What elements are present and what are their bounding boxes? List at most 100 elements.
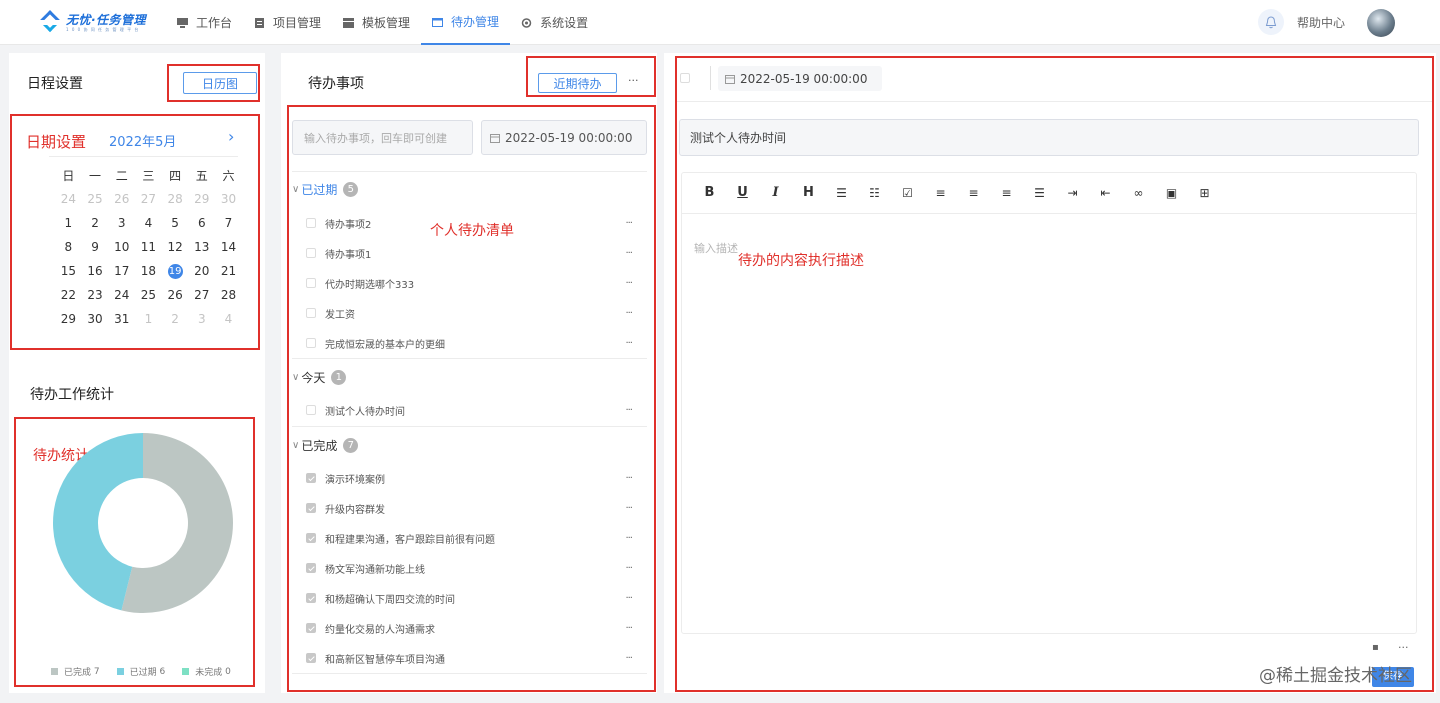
help-center[interactable]: 帮助中心 — [1258, 9, 1345, 35]
calendar-day[interactable]: 23 — [82, 288, 109, 302]
more-icon[interactable]: ··· — [625, 653, 632, 664]
description-placeholder[interactable]: 输入描述 — [694, 240, 738, 256]
todo-item[interactable]: 待办事项1 ··· — [306, 238, 634, 268]
calendar-day[interactable]: 4 — [215, 312, 242, 326]
indent-icon[interactable]: ⇥ — [1056, 186, 1089, 200]
calendar-day[interactable]: 9 — [82, 240, 109, 254]
recent-todo-button[interactable]: 近期待办 — [538, 73, 617, 93]
calendar-day[interactable]: 10 — [108, 240, 135, 254]
todo-item[interactable]: 杨文军沟通新功能上线 ··· — [306, 553, 634, 583]
legend-item[interactable]: 已过期 6 — [116, 665, 165, 678]
todo-checkbox[interactable] — [306, 623, 316, 633]
calendar-day[interactable]: 26 — [108, 192, 135, 206]
nav-item-projects[interactable]: 项目管理 — [243, 0, 332, 45]
more-icon[interactable]: ··· — [625, 308, 632, 319]
calendar-day[interactable]: 25 — [82, 192, 109, 206]
calendar-day[interactable]: 7 — [215, 216, 242, 230]
calendar-day[interactable]: 24 — [108, 288, 135, 302]
todo-checkbox[interactable] — [306, 653, 316, 663]
calendar-day[interactable]: 6 — [188, 216, 215, 230]
more-icon[interactable]: ··· — [625, 623, 632, 634]
todo-date-picker[interactable]: 2022-05-19 00:00:00 — [481, 120, 647, 155]
group-header-today[interactable]: ∨ 今天 1 — [292, 369, 347, 386]
italic-icon[interactable]: I — [759, 185, 792, 200]
todo-checkbox[interactable] — [306, 218, 316, 228]
todo-checkbox[interactable] — [306, 405, 316, 415]
outdent-icon[interactable]: ⇤ — [1089, 186, 1122, 200]
calendar-day[interactable]: 11 — [135, 240, 162, 254]
more-icon[interactable]: ··· — [625, 533, 632, 544]
nav-item-templates[interactable]: 模板管理 — [332, 0, 421, 45]
more-icon[interactable]: ··· — [625, 278, 632, 289]
align-right-icon[interactable]: ≡ — [990, 186, 1023, 200]
group-header-completed[interactable]: ∨ 已完成 7 — [292, 437, 359, 454]
todo-item[interactable]: 演示环境案例 ··· — [306, 463, 634, 493]
todo-item[interactable]: 和杨超确认下周四交流的时间 ··· — [306, 583, 634, 613]
image-icon[interactable]: ▣ — [1155, 186, 1188, 200]
more-icon[interactable]: ··· — [625, 593, 632, 604]
legend-item[interactable]: 已完成 7 — [51, 665, 100, 678]
todo-checkbox[interactable] — [306, 278, 316, 288]
calendar-day[interactable]: 5 — [162, 216, 189, 230]
more-icon[interactable]: ··· — [625, 503, 632, 514]
calendar-day[interactable]: 2 — [162, 312, 189, 326]
calendar-day[interactable]: 28 — [162, 192, 189, 206]
nav-item-workbench[interactable]: 工作台 — [166, 0, 243, 45]
todo-checkbox[interactable] — [306, 248, 316, 258]
more-icon[interactable]: ··· — [625, 405, 632, 416]
calendar-day[interactable]: 29 — [188, 192, 215, 206]
nav-item-todo[interactable]: 待办管理 — [421, 0, 511, 45]
avatar[interactable] — [1367, 9, 1395, 37]
underline-icon[interactable]: U — [726, 185, 759, 200]
calendar-day[interactable]: 16 — [82, 264, 109, 278]
calendar-day[interactable]: 25 — [135, 288, 162, 302]
calendar-day[interactable]: 14 — [215, 240, 242, 254]
nav-item-settings[interactable]: 系统设置 — [510, 0, 599, 45]
calendar-day[interactable]: 30 — [82, 312, 109, 326]
calendar-day[interactable]: 15 — [55, 264, 82, 278]
todo-item[interactable]: 和高新区智慧停车项目沟通 ··· — [306, 643, 634, 673]
calendar-day[interactable]: 29 — [55, 312, 82, 326]
more-icon[interactable]: ··· — [1398, 641, 1409, 654]
calendar-day[interactable]: 19 — [162, 263, 189, 279]
todo-checkbox[interactable] — [306, 308, 316, 318]
todo-create-input[interactable]: 输入待办事项，回车即可创建 — [292, 120, 473, 155]
align-center-icon[interactable]: ≡ — [957, 186, 990, 200]
calendar-day[interactable]: 8 — [55, 240, 82, 254]
calendar-day[interactable]: 27 — [188, 288, 215, 302]
heading-icon[interactable]: H — [792, 185, 825, 200]
todo-checkbox[interactable] — [306, 473, 316, 483]
todo-checkbox[interactable] — [306, 338, 316, 348]
calendar-day[interactable]: 20 — [188, 264, 215, 278]
todo-item[interactable]: 约量化交易的人沟通需求 ··· — [306, 613, 634, 643]
calendar-day[interactable]: 4 — [135, 216, 162, 230]
more-icon[interactable]: ··· — [625, 563, 632, 574]
align-left-icon[interactable]: ≡ — [924, 186, 957, 200]
calendar-day[interactable]: 28 — [215, 288, 242, 302]
todo-checkbox[interactable] — [306, 593, 316, 603]
calendar-day[interactable]: 2 — [82, 216, 109, 230]
todo-checkbox[interactable] — [306, 563, 316, 573]
chevron-right-icon[interactable]: › — [228, 127, 234, 146]
calendar-day[interactable]: 27 — [135, 192, 162, 206]
todo-item[interactable]: 发工资 ··· — [306, 298, 634, 328]
comment-icon[interactable]: ▪ — [1372, 642, 1379, 653]
more-icon[interactable]: ··· — [625, 248, 632, 259]
calendar-day[interactable]: 22 — [55, 288, 82, 302]
more-icon[interactable]: ··· — [625, 218, 632, 229]
todo-checkbox[interactable] — [306, 533, 316, 543]
calendar-day[interactable]: 1 — [55, 216, 82, 230]
ordered-list-icon[interactable]: ☷ — [858, 186, 891, 200]
table-icon[interactable]: ⊞ — [1188, 186, 1221, 200]
calendar-day[interactable]: 18 — [135, 264, 162, 278]
todo-item[interactable]: 代办时期选哪个333 ··· — [306, 268, 634, 298]
calendar-day[interactable]: 3 — [188, 312, 215, 326]
calendar-day[interactable]: 1 — [135, 312, 162, 326]
align-justify-icon[interactable]: ☰ — [1023, 186, 1056, 200]
legend-item[interactable]: 未完成 0 — [182, 665, 231, 678]
calendar-day[interactable]: 12 — [162, 240, 189, 254]
todo-item[interactable]: 测试个人待办时间 ··· — [306, 395, 634, 425]
brand-logo[interactable]: 无忧·任务管理 1 0 0 协 同 任 务 管 理 平 台 — [38, 10, 146, 36]
todo-item[interactable]: 完成恒宏晟的基本户的更细 ··· — [306, 328, 634, 358]
more-icon[interactable]: ··· — [628, 74, 639, 87]
